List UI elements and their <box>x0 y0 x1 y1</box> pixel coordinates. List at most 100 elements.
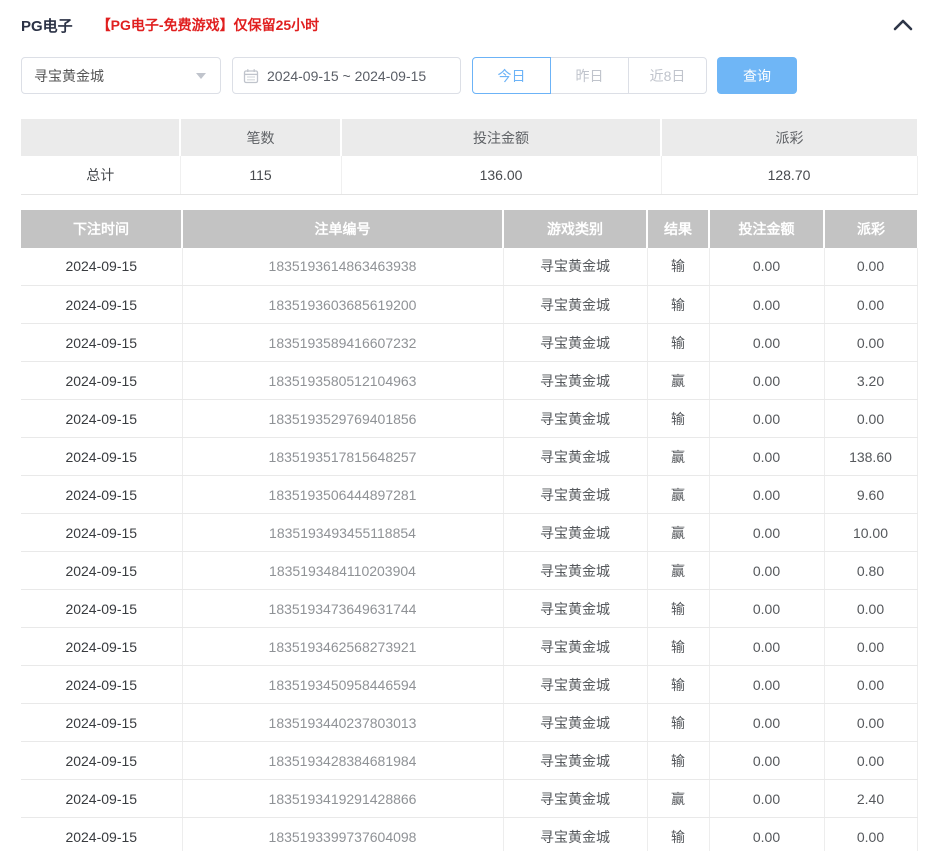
page-title: PG电子 <box>21 15 73 36</box>
cell-bet-amount: 0.00 <box>709 666 824 704</box>
cell-game-type: 寻宝黄金城 <box>503 704 647 742</box>
cell-result: 赢 <box>647 552 709 590</box>
cell-bet-time: 2024-09-15 <box>21 742 182 780</box>
header-order-id: 注单编号 <box>182 210 503 248</box>
last-8-days-button[interactable]: 近8日 <box>628 57 707 94</box>
cell-game-type: 寻宝黄金城 <box>503 590 647 628</box>
table-row: 2024-09-15 1835193419291428866 寻宝黄金城 赢 0… <box>21 780 917 818</box>
cell-game-type: 寻宝黄金城 <box>503 818 647 851</box>
search-button[interactable]: 查询 <box>717 57 797 94</box>
header-bet-amount: 投注金额 <box>709 210 824 248</box>
table-row: 2024-09-15 1835193529769401856 寻宝黄金城 输 0… <box>21 400 917 438</box>
cell-payout: 3.20 <box>824 362 917 400</box>
cell-bet-time: 2024-09-15 <box>21 400 182 438</box>
cell-bet-time: 2024-09-15 <box>21 438 182 476</box>
game-select[interactable]: 寻宝黄金城 <box>21 57 221 94</box>
cell-bet-amount: 0.00 <box>709 818 824 851</box>
table-row: 2024-09-15 1835193589416607232 寻宝黄金城 输 0… <box>21 324 917 362</box>
cell-game-type: 寻宝黄金城 <box>503 742 647 780</box>
cell-result: 输 <box>647 248 709 286</box>
summary-total-row: 总计 115 136.00 128.70 <box>21 156 917 194</box>
cell-result: 输 <box>647 324 709 362</box>
cell-order-id: 1835193473649631744 <box>182 590 503 628</box>
cell-bet-amount: 0.00 <box>709 362 824 400</box>
cell-game-type: 寻宝黄金城 <box>503 362 647 400</box>
cell-payout: 0.80 <box>824 552 917 590</box>
cell-bet-time: 2024-09-15 <box>21 666 182 704</box>
summary-header-row: 笔数 投注金额 派彩 <box>21 119 917 156</box>
cell-game-type: 寻宝黄金城 <box>503 400 647 438</box>
cell-bet-time: 2024-09-15 <box>21 248 182 286</box>
today-button[interactable]: 今日 <box>472 57 551 94</box>
cell-payout: 0.00 <box>824 248 917 286</box>
cell-bet-amount: 0.00 <box>709 514 824 552</box>
cell-game-type: 寻宝黄金城 <box>503 552 647 590</box>
cell-bet-time: 2024-09-15 <box>21 324 182 362</box>
table-row: 2024-09-15 1835193462568273921 寻宝黄金城 输 0… <box>21 628 917 666</box>
records-panel: PG电子 【PG电子-免费游戏】仅保留25小时 寻宝黄金城 2024-09-15… <box>0 0 940 851</box>
cell-order-id: 1835193517815648257 <box>182 438 503 476</box>
cell-result: 输 <box>647 286 709 324</box>
cell-bet-amount: 0.00 <box>709 324 824 362</box>
cell-game-type: 寻宝黄金城 <box>503 628 647 666</box>
yesterday-button[interactable]: 昨日 <box>550 57 629 94</box>
cell-order-id: 1835193614863463938 <box>182 248 503 286</box>
cell-order-id: 1835193506444897281 <box>182 476 503 514</box>
cell-bet-amount: 0.00 <box>709 628 824 666</box>
cell-payout: 0.00 <box>824 704 917 742</box>
cell-bet-amount: 0.00 <box>709 286 824 324</box>
cell-bet-time: 2024-09-15 <box>21 514 182 552</box>
date-range-input[interactable]: 2024-09-15 ~ 2024-09-15 <box>232 57 461 94</box>
cell-result: 赢 <box>647 780 709 818</box>
cell-bet-time: 2024-09-15 <box>21 552 182 590</box>
cell-payout: 0.00 <box>824 666 917 704</box>
records-header-row: 下注时间 注单编号 游戏类别 结果 投注金额 派彩 <box>21 210 917 248</box>
cell-order-id: 1835193484110203904 <box>182 552 503 590</box>
cell-game-type: 寻宝黄金城 <box>503 666 647 704</box>
cell-order-id: 1835193589416607232 <box>182 324 503 362</box>
quick-range-group: 今日 昨日 近8日 <box>472 57 707 94</box>
table-row: 2024-09-15 1835193493455118854 寻宝黄金城 赢 0… <box>21 514 917 552</box>
cell-result: 输 <box>647 628 709 666</box>
cell-order-id: 1835193450958446594 <box>182 666 503 704</box>
summary-header-bet-amount: 投注金额 <box>341 119 661 156</box>
cell-payout: 0.00 <box>824 324 917 362</box>
cell-payout: 0.00 <box>824 400 917 438</box>
cell-order-id: 1835193428384681984 <box>182 742 503 780</box>
cell-result: 输 <box>647 400 709 438</box>
table-row: 2024-09-15 1835193450958446594 寻宝黄金城 输 0… <box>21 666 917 704</box>
cell-bet-time: 2024-09-15 <box>21 362 182 400</box>
filter-bar: 寻宝黄金城 2024-09-15 ~ 2024-09-15 今日 昨日 近8日 … <box>21 57 917 94</box>
summary-table: 笔数 投注金额 派彩 总计 115 136.00 128.70 <box>21 119 918 195</box>
cell-bet-amount: 0.00 <box>709 742 824 780</box>
date-range-value: 2024-09-15 ~ 2024-09-15 <box>267 68 426 84</box>
cell-game-type: 寻宝黄金城 <box>503 324 647 362</box>
cell-result: 输 <box>647 704 709 742</box>
cell-bet-amount: 0.00 <box>709 552 824 590</box>
game-select-value: 寻宝黄金城 <box>34 66 196 86</box>
cell-bet-time: 2024-09-15 <box>21 628 182 666</box>
collapse-button[interactable] <box>893 19 913 31</box>
cell-order-id: 1835193440237803013 <box>182 704 503 742</box>
cell-order-id: 1835193419291428866 <box>182 780 503 818</box>
cell-bet-amount: 0.00 <box>709 780 824 818</box>
cell-order-id: 1835193493455118854 <box>182 514 503 552</box>
summary-header-payout: 派彩 <box>661 119 917 156</box>
table-row: 2024-09-15 1835193614863463938 寻宝黄金城 输 0… <box>21 248 917 286</box>
cell-order-id: 1835193462568273921 <box>182 628 503 666</box>
cell-game-type: 寻宝黄金城 <box>503 476 647 514</box>
cell-result: 输 <box>647 666 709 704</box>
cell-payout: 138.60 <box>824 438 917 476</box>
header-game-type: 游戏类别 <box>503 210 647 248</box>
summary-header-blank <box>21 119 180 156</box>
cell-result: 赢 <box>647 514 709 552</box>
summary-bet-amount-value: 136.00 <box>341 156 661 194</box>
cell-bet-time: 2024-09-15 <box>21 704 182 742</box>
table-row: 2024-09-15 1835193399737604098 寻宝黄金城 输 0… <box>21 818 917 851</box>
calendar-icon <box>243 68 259 84</box>
cell-result: 输 <box>647 742 709 780</box>
cell-bet-time: 2024-09-15 <box>21 590 182 628</box>
cell-bet-time: 2024-09-15 <box>21 286 182 324</box>
header-bet-time: 下注时间 <box>21 210 182 248</box>
cell-order-id: 1835193603685619200 <box>182 286 503 324</box>
